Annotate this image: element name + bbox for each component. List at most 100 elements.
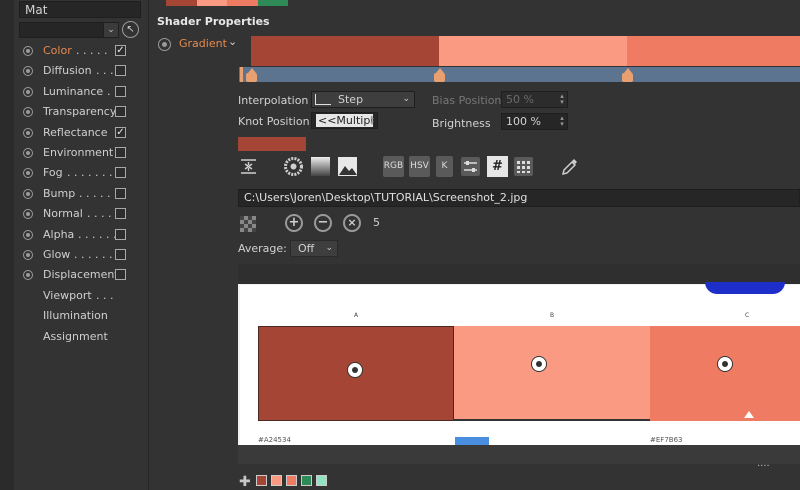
channel-item[interactable]: Bump. . . . . .	[20, 186, 140, 203]
eyedropper-icon[interactable]	[559, 156, 580, 177]
gradient-preview-bar[interactable]	[251, 36, 800, 66]
radio-icon[interactable]	[23, 229, 33, 240]
color-wheel-icon[interactable]	[283, 156, 304, 177]
channel-checkbox[interactable]	[115, 269, 126, 281]
gradient-radio[interactable]	[158, 38, 171, 51]
channel-checkbox[interactable]: ✓	[115, 126, 126, 138]
preview-column-header: C	[745, 312, 750, 319]
radio-icon[interactable]	[23, 188, 33, 199]
channel-label: Environment	[43, 146, 114, 159]
add-swatch-icon[interactable]: ✚	[239, 474, 251, 490]
channel-item[interactable]: Alpha. . . . . .	[20, 227, 140, 244]
channel-item[interactable]: Illumination	[20, 308, 140, 325]
channel-checkbox[interactable]	[115, 65, 126, 77]
palette-swatch[interactable]	[286, 475, 297, 486]
gradient-knot[interactable]	[622, 68, 633, 82]
preview-divider	[454, 419, 650, 421]
mixer-icon[interactable]	[460, 156, 481, 177]
add-icon[interactable]: +	[285, 214, 303, 232]
kelvin-mode-button[interactable]: K	[436, 156, 453, 177]
preview-blob	[705, 282, 785, 294]
preview-bottom-bar	[238, 445, 800, 464]
sample-target-icon[interactable]	[531, 356, 547, 372]
image-path-field[interactable]: C:\Users\Joren\Desktop\TUTORIAL\Screensh…	[238, 189, 800, 207]
preview-color-block[interactable]	[454, 326, 650, 421]
gradient-spectrum-icon[interactable]	[310, 156, 331, 177]
material-name-field[interactable]: Mat	[19, 1, 141, 18]
knot-color-swatch[interactable]	[238, 137, 306, 151]
channel-checkbox[interactable]	[115, 228, 126, 240]
radio-icon[interactable]	[23, 86, 33, 97]
palette-swatch[interactable]	[316, 475, 327, 486]
hsv-mode-button[interactable]: HSV	[409, 156, 430, 177]
rgb-mode-button[interactable]: RGB	[383, 156, 404, 177]
channel-item[interactable]: Luminance. .	[20, 84, 140, 101]
top-swatch-strip	[166, 0, 288, 6]
chevron-down-icon: ⌄	[402, 94, 410, 104]
radio-icon[interactable]	[23, 209, 33, 220]
spinner-icon[interactable]: ▴ ▾	[558, 93, 566, 106]
channel-item[interactable]: Glow. . . . . .	[20, 247, 140, 264]
channel-item[interactable]: Color . . . . . ✓	[20, 43, 140, 60]
gradient-segment	[627, 36, 800, 66]
radio-icon[interactable]	[23, 127, 33, 138]
average-select[interactable]: Off ⌄	[290, 240, 338, 257]
channel-item[interactable]: Diffusion . . .	[20, 63, 140, 80]
chevron-down-icon: ⌄	[325, 243, 333, 253]
palette-swatch[interactable]	[271, 475, 282, 486]
knot-track[interactable]	[239, 67, 800, 82]
hex-mode-button[interactable]: #	[487, 156, 508, 177]
preview-footer	[240, 437, 800, 445]
channel-checkbox[interactable]	[115, 147, 126, 158]
bias-position-field[interactable]: 50 % ▴ ▾	[501, 91, 568, 108]
channel-item[interactable]: Reflectance ✓	[20, 125, 140, 142]
remove-icon[interactable]: −	[314, 214, 332, 232]
shader-type-label[interactable]: Gradient	[179, 37, 227, 50]
channel-item[interactable]: Fog . . . . . . .	[20, 165, 140, 182]
chevron-down-icon[interactable]: ⌄	[228, 35, 237, 48]
spinner-icon[interactable]: ▴ ▾	[558, 115, 566, 128]
channel-item[interactable]: Transparency	[20, 104, 140, 121]
radio-icon[interactable]	[23, 46, 33, 56]
palette-swatch[interactable]	[256, 475, 267, 486]
material-dropdown[interactable]: ⌄	[19, 22, 119, 38]
channel-checkbox[interactable]	[115, 85, 126, 97]
radio-icon[interactable]	[23, 250, 33, 260]
checker-icon[interactable]	[240, 216, 256, 232]
radio-icon[interactable]	[23, 107, 33, 118]
picker-button[interactable]: ↖	[122, 21, 139, 38]
radio-icon[interactable]	[23, 270, 33, 281]
sample-target-icon[interactable]	[717, 356, 733, 372]
channel-item[interactable]: Environment	[20, 145, 140, 162]
image-picker-icon[interactable]	[337, 156, 358, 177]
interpolation-select[interactable]: Step ⌄	[311, 91, 415, 108]
knot-position-field[interactable]: <<Multipl ▴ ▾	[311, 112, 378, 129]
more-icon[interactable]: ....	[757, 458, 770, 469]
gradient-knot[interactable]	[434, 68, 445, 82]
palette-swatch[interactable]	[301, 475, 312, 486]
swatch-grid-icon[interactable]	[513, 156, 534, 177]
spinner-icon[interactable]: ▴ ▾	[368, 114, 376, 127]
channel-item[interactable]: Normal . . . . .	[20, 206, 140, 223]
channel-item[interactable]: Displacement	[20, 267, 140, 284]
gradient-knot[interactable]	[246, 68, 257, 82]
top-swatch	[166, 0, 197, 6]
preview-color-block[interactable]	[650, 326, 800, 421]
clear-icon[interactable]: ×	[343, 214, 361, 232]
channel-item[interactable]: Assignment	[20, 329, 140, 346]
channel-checkbox[interactable]	[115, 249, 126, 260]
radio-icon[interactable]	[23, 66, 33, 77]
brightness-field[interactable]: 100 % ▴ ▾	[501, 113, 568, 130]
channel-checkbox[interactable]	[115, 106, 126, 118]
collapse-icon[interactable]	[238, 156, 259, 177]
channel-item[interactable]: Viewport . . .	[20, 288, 140, 305]
channel-checkbox[interactable]: ✓	[115, 45, 126, 56]
radio-icon[interactable]	[23, 168, 33, 179]
channel-checkbox[interactable]	[115, 187, 126, 199]
channel-checkbox[interactable]	[115, 167, 126, 179]
bias-position-value: 50 %	[506, 93, 534, 106]
sample-target-icon[interactable]	[347, 362, 363, 378]
radio-icon[interactable]	[23, 148, 33, 158]
brightness-value: 100 %	[506, 115, 541, 128]
channel-checkbox[interactable]	[115, 208, 126, 220]
